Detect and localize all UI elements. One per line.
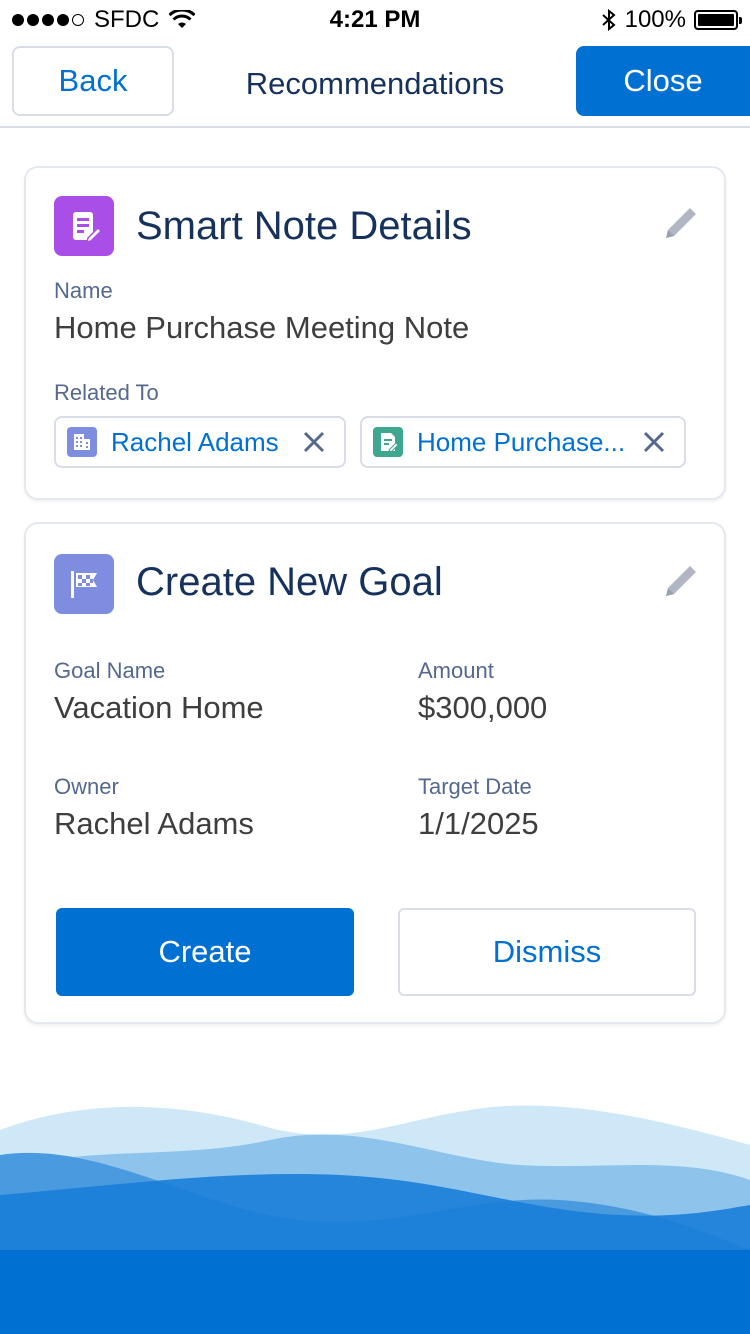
remove-icon[interactable] bbox=[302, 430, 326, 454]
create-button[interactable]: Create bbox=[56, 908, 354, 996]
edit-icon[interactable] bbox=[660, 560, 702, 602]
note-icon bbox=[54, 196, 114, 256]
goal-name-value: Vacation Home bbox=[54, 690, 264, 725]
decorative-waves bbox=[0, 1105, 750, 1334]
battery-icon bbox=[694, 10, 742, 30]
bluetooth-icon bbox=[601, 8, 616, 32]
edit-icon[interactable] bbox=[660, 202, 702, 244]
name-value: Home Purchase Meeting Note bbox=[54, 310, 470, 345]
battery-percent: 100% bbox=[624, 6, 686, 33]
owner-value: Rachel Adams bbox=[54, 806, 254, 841]
amount-value: $300,000 bbox=[418, 690, 548, 725]
related-to-label: Related To bbox=[54, 380, 159, 405]
create-goal-title: Create New Goal bbox=[136, 560, 443, 604]
amount-label: Amount bbox=[418, 658, 494, 683]
related-pill-note[interactable]: Home Purchase... bbox=[360, 416, 686, 468]
target-date-value: 1/1/2025 bbox=[418, 806, 539, 841]
account-icon bbox=[67, 427, 97, 457]
close-button[interactable]: Close bbox=[576, 46, 750, 116]
smart-note-card: Smart Note Details Name Home Purchase Me… bbox=[24, 166, 726, 500]
nav-bar: Back Recommendations Close bbox=[0, 40, 750, 128]
owner-label: Owner bbox=[54, 774, 119, 799]
name-label: Name bbox=[54, 278, 113, 303]
target-date-label: Target Date bbox=[418, 774, 532, 799]
goal-name-label: Goal Name bbox=[54, 658, 166, 683]
related-pill-label: Rachel Adams bbox=[111, 426, 279, 457]
create-goal-card: Create New Goal Goal Name Vacation Home … bbox=[24, 522, 726, 1024]
flag-icon bbox=[54, 554, 114, 614]
status-bar: SFDC 4:21 PM 100% bbox=[0, 0, 750, 40]
document-icon bbox=[373, 427, 403, 457]
status-right: 100% bbox=[601, 6, 742, 34]
related-pill-account[interactable]: Rachel Adams bbox=[54, 416, 346, 468]
related-pill-label: Home Purchase... bbox=[417, 426, 626, 457]
remove-icon[interactable] bbox=[642, 430, 666, 454]
dismiss-button[interactable]: Dismiss bbox=[398, 908, 696, 996]
smart-note-title: Smart Note Details bbox=[136, 204, 472, 248]
